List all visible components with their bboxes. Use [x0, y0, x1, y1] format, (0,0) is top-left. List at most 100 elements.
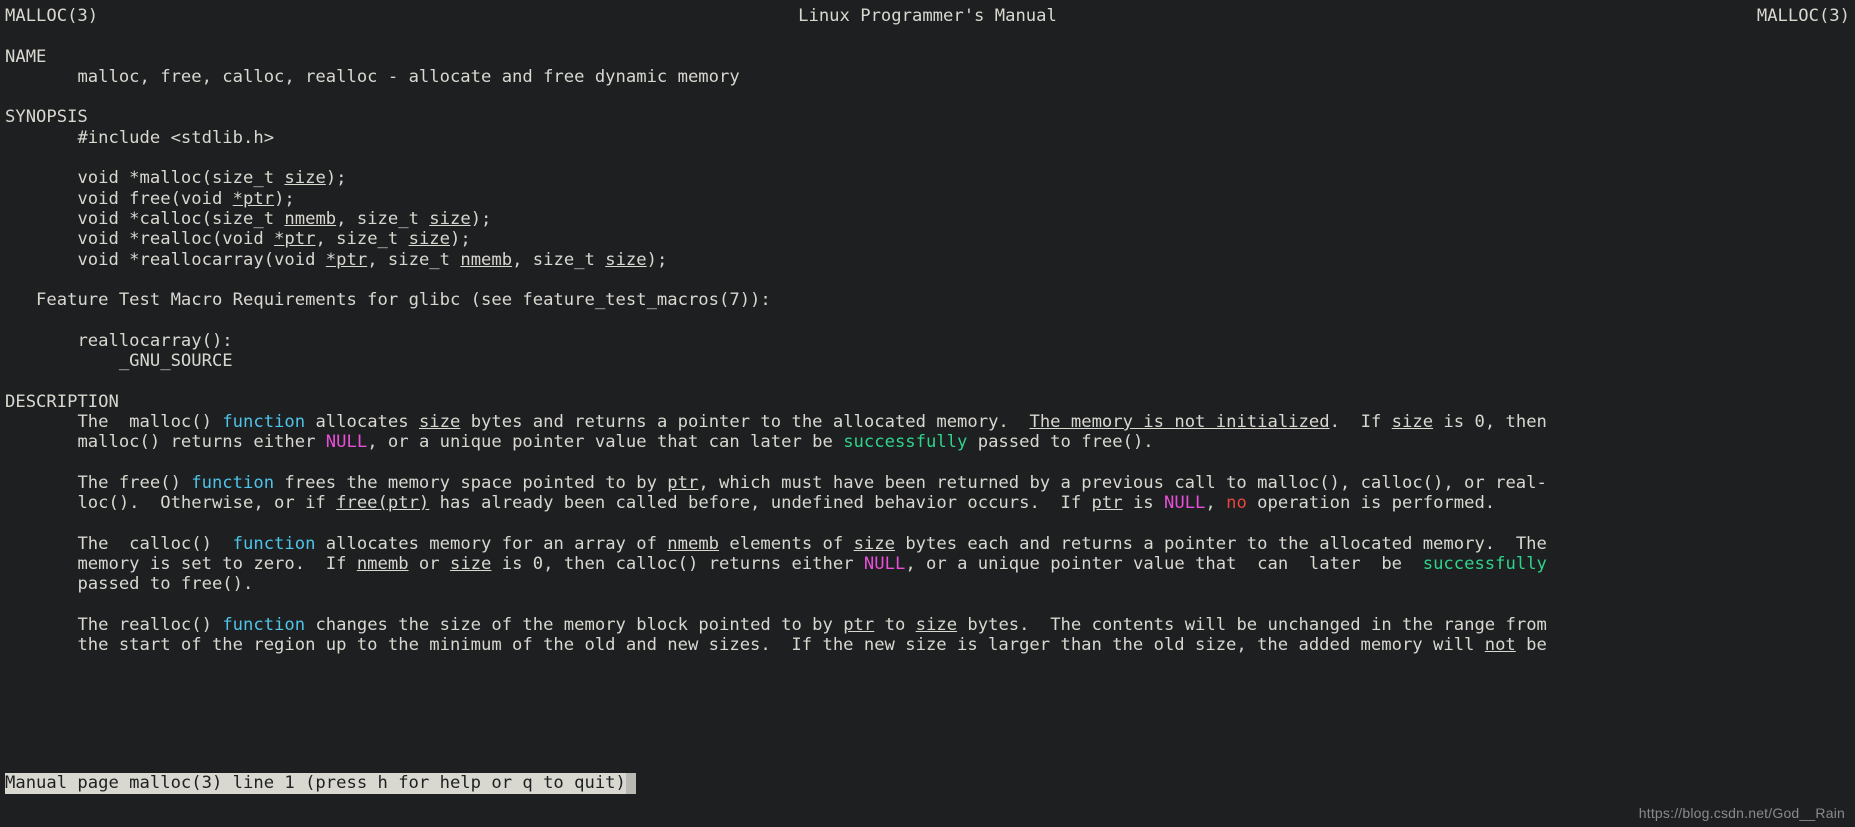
watermark-url: https://blog.csdn.net/God__Rain [1638, 804, 1845, 821]
description-segment: function [232, 533, 316, 554]
description-segment: ptr [667, 472, 699, 493]
description-segment: The realloc() [77, 614, 223, 635]
description-segment: has already been called before, undefine… [429, 493, 1092, 514]
description-segment: changes the size of the memory block poi… [305, 614, 844, 635]
prototype-text: ); [646, 249, 668, 270]
description-segment: NULL [863, 554, 906, 575]
man-page-header: MALLOC(3) Linux Programmer's Manual MALL… [0, 6, 1855, 26]
feature-test-heading-text: Feature Test Macro Requirements for glib… [36, 290, 771, 311]
description-segment: bytes. The contents will be unchanged in… [957, 614, 1547, 635]
prototype-text: ); [274, 188, 295, 209]
description-segment: frees the memory space pointed to by [274, 472, 668, 493]
description-segment: operation is performed. [1246, 493, 1496, 514]
prototype-text: ); [450, 229, 471, 250]
include-directive: #include <stdlib.h> [77, 127, 275, 148]
prototype-realloc: void *realloc(void *ptr, size_t size); [0, 229, 1855, 249]
feature-function-text: reallocarray(): [77, 330, 233, 351]
description-segment: passed to free(). [967, 432, 1154, 453]
param-ptr: *ptr [274, 229, 316, 250]
prototype-text: , size_t [315, 229, 409, 250]
description-segment: loc(). Otherwise, or if [77, 493, 337, 514]
description-body: The malloc() function allocates size byt… [0, 412, 1855, 656]
section-heading-description: DESCRIPTION [5, 391, 119, 412]
description-segment: allocates memory for an array of [315, 533, 668, 554]
feature-macro-text: _GNU_SOURCE [118, 351, 233, 372]
name-body: malloc, free, calloc, realloc - allocate… [0, 67, 1855, 87]
section-heading-name: NAME [5, 46, 47, 67]
description-segment: , [1205, 493, 1227, 514]
description-segment: the start of the region up to the minimu… [77, 635, 1485, 656]
description-segment: nmemb [356, 554, 409, 575]
description-segment: free(ptr) [336, 493, 430, 514]
prototype-text: void *calloc(size_t [77, 208, 285, 229]
description-line: loc(). Otherwise, or if free(ptr) has al… [0, 493, 1855, 513]
description-segment: or [408, 554, 450, 575]
description-segment: function [191, 472, 275, 493]
pager-status-bar[interactable]: Manual page malloc(3) line 1 (press h fo… [5, 773, 636, 794]
description-line: the start of the region up to the minimu… [0, 635, 1855, 655]
description-segment: size [1391, 411, 1434, 432]
description-segment: , which must have been returned by a pre… [698, 472, 1547, 493]
description-segment: ptr [843, 614, 875, 635]
prototype-text: ); [470, 208, 492, 229]
description-segment: ptr [1091, 493, 1123, 514]
description-segment: . If [1329, 411, 1392, 432]
param-size: size [605, 249, 647, 270]
feature-macro-name: _GNU_SOURCE [0, 351, 1855, 371]
text-cursor [625, 773, 636, 794]
prototype-text: , size_t [512, 249, 606, 270]
description-segment: size [418, 411, 461, 432]
description-segment: size [449, 554, 492, 575]
description-segment: be [1515, 635, 1547, 656]
description-segment: The malloc() [77, 411, 223, 432]
description-segment: size [915, 614, 958, 635]
terminal-window[interactable]: MALLOC(3) Linux Programmer's Manual MALL… [0, 0, 1855, 827]
description-line: The calloc() function allocates memory f… [0, 534, 1855, 554]
description-segment: size [853, 533, 895, 554]
param-ptr: *ptr [325, 249, 368, 270]
description-line: The malloc() function allocates size byt… [0, 412, 1855, 432]
description-segment: bytes and returns a pointer to the alloc… [460, 411, 1030, 432]
description-segment: allocates [305, 411, 419, 432]
synopsis-include: #include <stdlib.h> [0, 128, 1855, 148]
param-size: size [284, 168, 326, 189]
header-left-title: MALLOC(3) [5, 6, 99, 26]
description-line: memory is set to zero. If nmemb or size … [0, 554, 1855, 574]
description-segment: NULL [325, 432, 368, 453]
prototype-text: void *realloc(void [77, 229, 275, 250]
description-line: The realloc() function changes the size … [0, 615, 1855, 635]
param-nmemb: nmemb [284, 208, 337, 229]
description-segment: NULL [1164, 493, 1206, 514]
description-segment: elements of [719, 533, 854, 554]
prototype-malloc: void *malloc(size_t size); [0, 168, 1855, 188]
description-segment: bytes each and returns a pointer to the … [894, 533, 1547, 554]
description-segment: passed to free(). [77, 574, 254, 595]
prototype-text: void free(void [77, 188, 233, 209]
description-line: passed to free(). [0, 574, 1855, 594]
description-segment: is [1122, 493, 1164, 514]
prototype-text: void *malloc(size_t [77, 168, 285, 189]
description-segment: function [222, 614, 306, 635]
status-bar-text: Manual page malloc(3) line 1 (press h fo… [5, 773, 626, 793]
prototype-text: void *reallocarray(void [77, 249, 326, 270]
description-segment: successfully [843, 432, 968, 453]
description-segment: no [1226, 493, 1247, 514]
description-segment: is 0, then [1433, 411, 1547, 432]
description-segment: successfully [1422, 554, 1547, 575]
description-line: The free() function frees the memory spa… [0, 473, 1855, 493]
prototype-text: , size_t [336, 208, 430, 229]
description-segment: is 0, then calloc() returns either [491, 554, 864, 575]
prototype-text: ); [325, 168, 347, 189]
name-body-text: malloc, free, calloc, realloc - allocate… [77, 66, 740, 87]
param-size: size [408, 229, 450, 250]
description-segment: The free() [77, 472, 192, 493]
description-segment: not [1484, 635, 1516, 656]
description-segment: to [874, 614, 916, 635]
